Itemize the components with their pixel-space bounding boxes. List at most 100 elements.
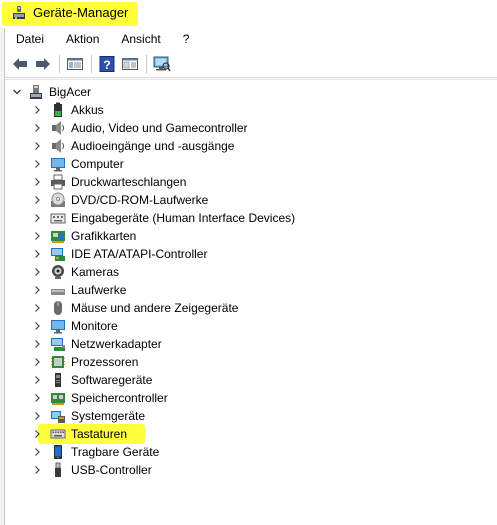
chevron-right-icon[interactable] [32, 317, 42, 335]
back-button[interactable] [9, 53, 31, 75]
tree-item-usb-controller[interactable]: USB-Controller [32, 461, 152, 479]
help-icon: ? [99, 55, 115, 72]
tree-item-tastaturen[interactable]: Tastaturen [32, 425, 127, 443]
toolbar-separator [146, 54, 147, 73]
chevron-right-icon[interactable] [32, 389, 42, 407]
chevron-right-icon[interactable] [32, 209, 42, 227]
chevron-right-icon[interactable] [32, 245, 42, 263]
tree-item-label: Laufwerke [71, 283, 127, 297]
show-hide-console-tree-icon [67, 57, 83, 70]
tree-item-mäuse-und-andere-zeigegeräte[interactable]: Mäuse und andere Zeigegeräte [32, 299, 238, 317]
tree-item-label: Systemgeräte [71, 409, 146, 423]
mouse-icon [50, 300, 66, 316]
menu-help[interactable]: ? [172, 29, 201, 49]
tree-item-label: Computer [71, 157, 124, 171]
tree-item-grafikkarten[interactable]: Grafikkarten [32, 227, 136, 245]
usb-icon [50, 462, 66, 478]
chevron-right-icon[interactable] [32, 461, 42, 479]
speaker-icon [50, 138, 66, 154]
camera-icon [50, 264, 66, 280]
properties-button[interactable] [119, 53, 141, 75]
chevron-right-icon[interactable] [32, 425, 42, 443]
tree-item-label: Softwaregeräte [71, 373, 153, 387]
chevron-right-icon[interactable] [32, 119, 42, 137]
properties-icon [122, 57, 138, 70]
title-bar: Geräte-Manager [0, 0, 497, 28]
chevron-right-icon[interactable] [32, 335, 42, 353]
monitor-icon [50, 318, 66, 334]
chevron-right-icon[interactable] [32, 371, 42, 389]
chevron-right-icon[interactable] [32, 281, 42, 299]
back-arrow-icon [13, 57, 27, 70]
tree-item-label: Akkus [71, 103, 104, 117]
tree-item-computer[interactable]: Computer [32, 155, 124, 173]
tree-item-label: Speichercontroller [71, 391, 168, 405]
chevron-right-icon[interactable] [32, 407, 42, 425]
tree-item-audio-video-und-gamecontroller[interactable]: Audio, Video und Gamecontroller [32, 119, 248, 137]
tree-item-label: Tragbare Geräte [71, 445, 160, 459]
printer-icon [50, 174, 66, 190]
tree-item-kameras[interactable]: Kameras [32, 263, 119, 281]
tree-root-label: BigAcer [49, 85, 92, 99]
system-device-icon [50, 408, 66, 424]
processor-icon [50, 354, 66, 370]
tree-item-speichercontroller[interactable]: Speichercontroller [32, 389, 168, 407]
tree-item-prozessoren[interactable]: Prozessoren [32, 353, 138, 371]
monitor-icon [50, 156, 66, 172]
software-device-icon [50, 372, 66, 388]
menu-datei[interactable]: Datei [5, 29, 55, 49]
tree-item-label: Grafikkarten [71, 229, 137, 243]
chevron-right-icon[interactable] [32, 227, 42, 245]
tree-item-tragbare-geräte[interactable]: Tragbare Geräte [32, 443, 159, 461]
tree-item-akkus[interactable]: Akkus [32, 101, 104, 119]
tree-item-druckwarteschlangen[interactable]: Druckwarteschlangen [32, 173, 186, 191]
disc-drive-icon [50, 192, 66, 208]
tree-item-audioeingänge-und-ausgänge[interactable]: Audioeingänge und -ausgänge [32, 137, 234, 155]
tree-item-label: Audio, Video und Gamecontroller [71, 121, 248, 135]
tree-item-dvd-cd-rom-laufwerke[interactable]: DVD/CD-ROM-Laufwerke [32, 191, 208, 209]
menu-aktion[interactable]: Aktion [55, 29, 110, 49]
hid-icon [50, 210, 66, 226]
device-tree: BigAcer Akkus Audio, Video und Gamecontro… [5, 79, 497, 525]
toolbar: ? [5, 50, 497, 78]
chevron-right-icon[interactable] [32, 191, 42, 209]
chevron-right-icon[interactable] [32, 173, 42, 191]
tree-item-label: Kameras [71, 265, 120, 279]
tree-item-label: DVD/CD-ROM-Laufwerke [71, 193, 209, 207]
svg-text:?: ? [103, 58, 110, 72]
show-hide-tree-button[interactable] [64, 53, 86, 75]
speaker-icon [50, 120, 66, 136]
ide-controller-icon [50, 246, 66, 262]
tree-item-label: Druckwarteschlangen [71, 175, 187, 189]
tree-item-label: Monitore [71, 319, 118, 333]
chevron-right-icon[interactable] [32, 299, 42, 317]
tree-item-systemgeräte[interactable]: Systemgeräte [32, 407, 145, 425]
chevron-right-icon[interactable] [32, 101, 42, 119]
chevron-right-icon[interactable] [32, 443, 42, 461]
tree-item-netzwerkadapter[interactable]: Netzwerkadapter [32, 335, 162, 353]
tree-item-monitore[interactable]: Monitore [32, 317, 118, 335]
tree-item-label: Prozessoren [71, 355, 139, 369]
forward-arrow-icon [36, 57, 50, 70]
menu-ansicht[interactable]: Ansicht [110, 29, 171, 49]
tree-item-label: Eingabegeräte (Human Interface Devices) [71, 211, 296, 225]
help-button[interactable]: ? [96, 53, 118, 75]
device-manager-icon [13, 6, 25, 19]
scan-hardware-button[interactable] [151, 53, 173, 75]
portable-device-icon [50, 444, 66, 460]
tree-item-laufwerke[interactable]: Laufwerke [32, 281, 126, 299]
chevron-right-icon[interactable] [32, 263, 42, 281]
chevron-right-icon[interactable] [32, 155, 42, 173]
menu-bar: Datei Aktion Ansicht ? [5, 29, 497, 49]
tree-item-ide-ata-atapi-controller[interactable]: IDE ATA/ATAPI-Controller [32, 245, 207, 263]
toolbar-separator [91, 54, 92, 73]
chevron-down-icon[interactable] [12, 83, 22, 101]
chevron-right-icon[interactable] [32, 137, 42, 155]
tree-item-softwaregeräte[interactable]: Softwaregeräte [32, 371, 152, 389]
chevron-right-icon[interactable] [32, 353, 42, 371]
tree-item-label: Tastaturen [71, 427, 128, 441]
toolbar-separator [59, 54, 60, 73]
tree-item-eingabegeräte-human-interface-devices[interactable]: Eingabegeräte (Human Interface Devices) [32, 209, 295, 227]
tree-root[interactable]: BigAcer [12, 83, 91, 101]
forward-button[interactable] [32, 53, 54, 75]
